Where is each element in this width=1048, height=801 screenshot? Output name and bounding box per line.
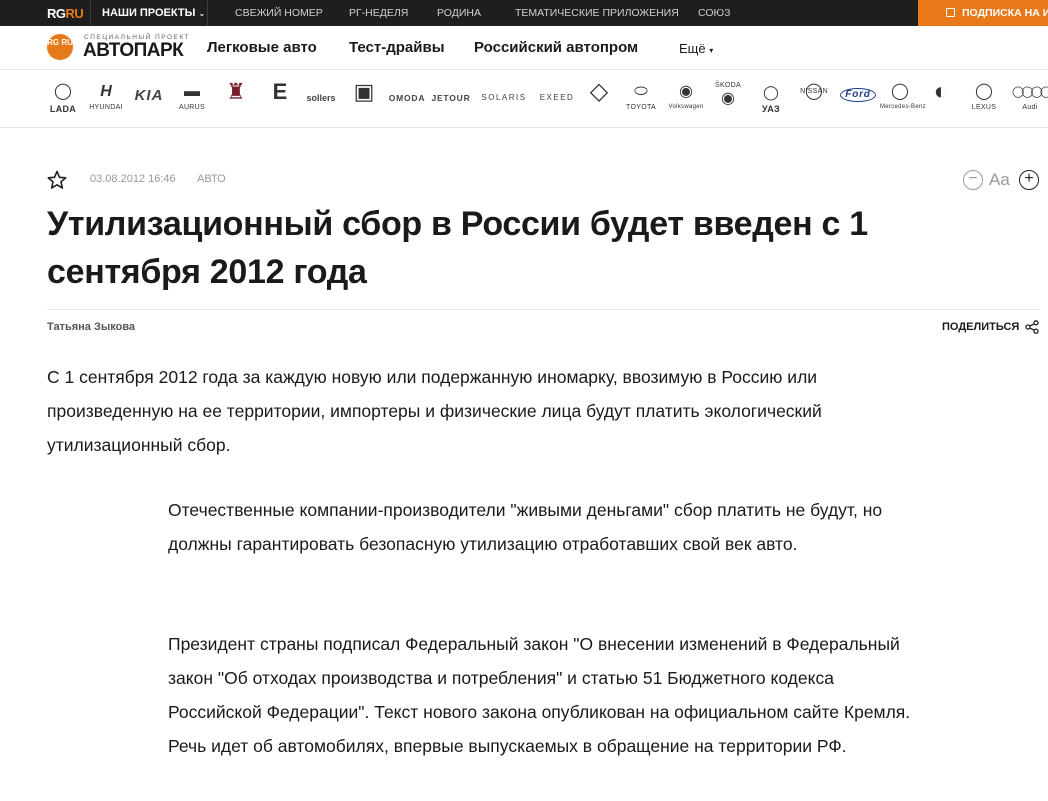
font-decrease-button[interactable]: − [963,170,983,190]
divider [47,309,1040,310]
article-paragraph: Отечественные компании-производители "жи… [168,500,883,554]
brand-jetour[interactable]: JETOUR [430,82,472,116]
article-rubric[interactable]: АВТО [197,173,226,185]
skoda-logo-icon: ◉ [721,90,735,107]
brand-lada[interactable]: ◯ LADA [47,82,79,116]
brand-icon-1[interactable]: ♜ [226,79,246,116]
e-logo-icon: E [272,79,288,104]
brands-bar: ◯ LADA H HYUNDAI KIA ▬ AURUS ♜ E sollers… [0,70,1048,128]
share-icon[interactable] [1025,320,1039,334]
brand-bmw[interactable]: ◐ [927,78,955,116]
audi-logo-icon: ◯◯◯◯ [1012,86,1048,98]
rg-logo[interactable]: RGRU [47,6,84,21]
brand-uaz[interactable]: ◯ УАЗ [752,82,790,116]
project-name[interactable]: АВТОПАРК [83,40,184,62]
brand-icon-3[interactable]: ▣ [352,79,376,116]
divider [90,0,91,26]
caret-down-icon: ▾ [709,46,714,55]
brand-lexus[interactable]: ◯ LEXUS [966,82,1002,116]
font-increase-button[interactable]: + [1019,170,1039,190]
nav-item-russian-autoprom[interactable]: Российский автопром [474,39,638,56]
lexus-logo-icon: ◯ [975,83,993,100]
uaz-logo-icon: ◯ [763,84,779,100]
project-badge-logo[interactable]: RG RU [47,34,73,60]
shield-logo-icon: ▣ [353,79,375,104]
topbar-link-fresh-issue[interactable]: СВЕЖИЙ НОМЕР [235,7,323,19]
bookmark-star-icon[interactable] [47,170,67,190]
brand-kia[interactable]: KIA [131,82,167,116]
topbar-link-rg-week[interactable]: РГ-НЕДЕЛЯ [349,7,408,19]
calendar-icon [946,8,955,17]
brand-hyundai[interactable]: H HYUNDAI [88,82,124,116]
volkswagen-logo-icon: ◉ [679,83,693,100]
nav-item-test-drives[interactable]: Тест-драйвы [349,39,445,56]
brand-exeed[interactable]: EXEED [536,82,578,116]
nav-item-cars[interactable]: Легковые авто [207,39,317,56]
mercedes-logo-icon: ◯ [891,83,909,100]
brand-nissan[interactable]: ◯ NISSAN [796,82,832,116]
share-button[interactable]: ПОДЕЛИТЬСЯ [942,321,1019,333]
brand-sollers[interactable]: sollers [300,82,342,116]
chevron-down-icon: ⌄ [198,9,206,18]
brand-volkswagen[interactable]: ◉ Volkswagen [668,82,704,116]
brand-omoda[interactable]: OMODA [386,82,428,116]
hyundai-logo-icon: H [100,83,112,100]
brand-skoda[interactable]: ŠKODA ◉ [712,82,744,116]
brand-audi[interactable]: ◯◯◯◯ Audi [1012,82,1048,116]
renault-logo-icon: ◇ [589,78,609,105]
article-title: Утилизационный сбор в России будет введе… [47,205,868,291]
crest-logo-icon: ♜ [226,79,246,104]
subscribe-button[interactable]: ПОДПИСКА НА ИЗДАНИЕ [918,0,1048,26]
top-bar: RGRU НАШИ ПРОЕКТЫ ⌄ СВЕЖИЙ НОМЕР РГ-НЕДЕ… [0,0,1048,26]
lada-logo-icon: ◯ [54,83,72,100]
divider [207,0,208,26]
brand-renault[interactable]: ◇ [588,78,610,116]
article-lead: С 1 сентября 2012 года за каждую новую и… [47,367,822,455]
our-projects-menu[interactable]: НАШИ ПРОЕКТЫ ⌄ [102,7,205,19]
brand-toyota[interactable]: ⬭ TOYOTA [622,82,660,116]
font-size-control: − Aa + [963,169,1043,191]
article-author[interactable]: Татьяна Зыкова [47,321,135,333]
font-size-label: Aa [989,170,1010,189]
project-header: RG RU специальный проект АВТОПАРК Легков… [0,26,1048,70]
brand-mercedes[interactable]: ◯ Mercedes-Benz [880,82,926,116]
brand-ford[interactable]: Ford [840,82,876,116]
toyota-logo-icon: ⬭ [634,83,648,100]
brand-solaris[interactable]: SOLARIS [476,82,532,116]
brand-icon-2[interactable]: E [270,79,290,116]
topbar-link-soyuz[interactable]: СОЮЗ [698,7,730,19]
brand-aurus[interactable]: ▬ AURUS [174,82,210,116]
article-date: 03.08.2012 16:46 [90,173,176,185]
nav-more-menu[interactable]: Ещё ▾ [679,41,713,56]
aurus-logo-icon: ▬ [184,83,200,100]
topbar-link-thematic[interactable]: ТЕМАТИЧЕСКИЕ ПРИЛОЖЕНИЯ [515,7,679,19]
bmw-logo-icon: ◐ [933,78,949,105]
article-paragraph: Президент страны подписал Федеральный за… [168,634,911,756]
topbar-link-rodina[interactable]: РОДИНА [437,7,481,19]
